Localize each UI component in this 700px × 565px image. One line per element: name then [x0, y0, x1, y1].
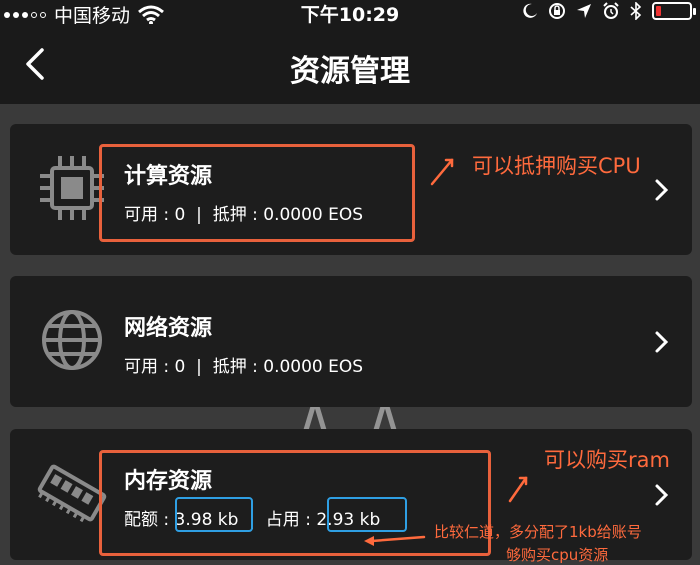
globe-icon — [42, 310, 102, 370]
stat-value: 2.93 kb — [316, 510, 381, 530]
alarm-icon — [603, 2, 619, 19]
chevron-right-icon[interactable] — [654, 483, 670, 507]
stat-label: 可用 — [124, 357, 158, 377]
status-right — [522, 2, 696, 20]
stat-label: 抵押 — [212, 205, 247, 225]
card-stats: 可用 : 0 | 抵押 : 0.0000 EOS — [124, 357, 364, 377]
stat-value: 0.0000 EOS — [263, 205, 364, 225]
stat-label: 占用 — [265, 510, 300, 530]
card-compute-resource[interactable]: 计算资源 可用 : 0 | 抵押 : 0.0000 EOS — [10, 124, 692, 255]
card-stats: 可用 : 0 | 抵押 : 0.0000 EOS — [124, 205, 364, 225]
chevron-right-icon[interactable] — [654, 178, 670, 202]
page-title: 资源管理 — [290, 54, 410, 89]
stat-label: 可用 — [124, 205, 158, 225]
card-title: 计算资源 — [124, 164, 213, 189]
stat-value: 0 — [174, 205, 186, 225]
stat-label: 配额 — [124, 510, 158, 530]
stat-value: 0.0000 EOS — [263, 357, 364, 377]
rotation-lock-icon — [549, 3, 565, 19]
annotation-extra-line2: 够购买cpu资源 — [506, 546, 609, 564]
cpu-chip-icon — [40, 156, 104, 220]
bluetooth-icon — [630, 2, 642, 20]
card-title: 网络资源 — [124, 316, 213, 341]
chevron-right-icon[interactable] — [654, 330, 670, 354]
stat-value: 0 — [174, 357, 186, 377]
nav-bar: 资源管理 — [0, 24, 700, 104]
annotation-extra-line1: 比较仁道，多分配了1kb给账号 — [434, 523, 642, 541]
battery-icon — [652, 2, 696, 20]
annotation-cpu: 可以抵押购买CPU — [472, 154, 641, 178]
status-bar: 中国移动 下午10:29 — [0, 0, 700, 27]
stat-label: 抵押 — [212, 357, 247, 377]
stat-value: 3.98 kb — [174, 510, 239, 530]
annotation-ram: 可以购买ram — [544, 448, 670, 472]
card-stats: 配额 : 3.98 kb | 占用 : 2.93 kb — [124, 510, 381, 530]
card-network-resource[interactable]: 网络资源 可用 : 0 | 抵押 : 0.0000 EOS — [10, 276, 692, 407]
moon-icon — [523, 3, 537, 18]
memory-stick-icon — [37, 464, 107, 523]
card-title: 内存资源 — [124, 469, 213, 494]
location-icon — [577, 4, 591, 18]
